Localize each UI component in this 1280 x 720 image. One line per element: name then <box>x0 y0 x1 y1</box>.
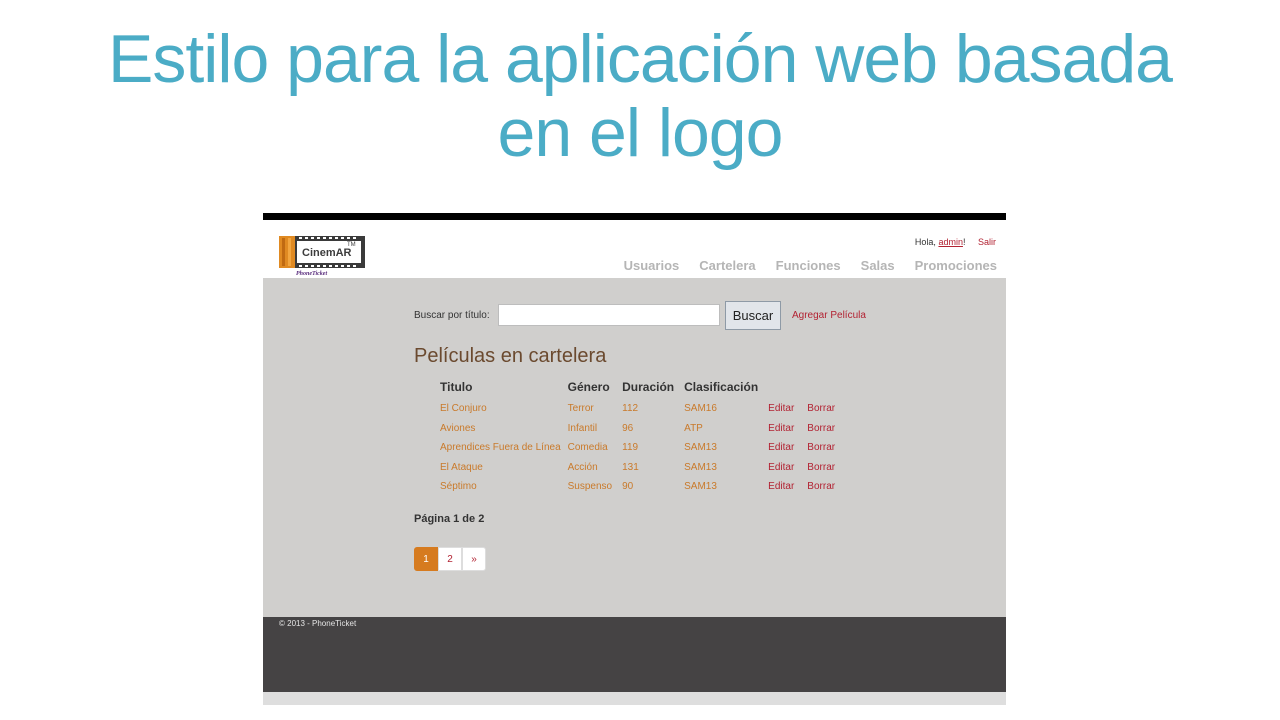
movie-title[interactable]: Aprendices Fuera de Línea <box>437 438 565 458</box>
movie-title[interactable]: El Conjuro <box>437 399 565 419</box>
pagination-info: Página 1 de 2 <box>414 513 485 525</box>
main-nav: Usuarios Cartelera Funciones Salas Promo… <box>624 258 997 273</box>
movies-table: Titulo Género Duración Clasificación El … <box>437 379 845 497</box>
edit-link[interactable]: Editar <box>765 477 804 497</box>
search-button[interactable]: Buscar <box>725 301 781 330</box>
greeting-prefix: Hola, <box>914 237 939 247</box>
slide-title: Estilo para la aplicación web basada en … <box>0 22 1280 170</box>
movie-genre: Infantil <box>567 422 598 434</box>
logo-tagline: PhoneTicket <box>296 271 328 277</box>
movie-title[interactable]: Aviones <box>437 419 565 439</box>
movie-title[interactable]: Séptimo <box>437 477 565 497</box>
table-row: Séptimo Suspenso 90 SAM13 Editar Borrar <box>437 477 845 497</box>
delete-link[interactable]: Borrar <box>804 419 845 439</box>
logo-name: CinemAR <box>302 247 352 259</box>
edit-link[interactable]: Editar <box>765 419 804 439</box>
movie-rating: SAM13 <box>684 481 717 493</box>
add-movie-link[interactable]: Agregar Película <box>792 310 866 321</box>
movie-duration: 96 <box>622 422 634 434</box>
column-header-edit <box>765 379 804 399</box>
app-screenshot: CinemAR TM PhoneTicket Hola, admin! Sali… <box>263 213 1006 705</box>
search-label: Buscar por título: <box>414 310 490 321</box>
delete-link[interactable]: Borrar <box>804 399 845 419</box>
slide-title-line-1: Estilo para la aplicación web basada <box>107 21 1173 97</box>
movie-genre: Comedia <box>567 442 608 454</box>
pagination: 1 2 » <box>414 547 486 571</box>
table-row: El Ataque Acción 131 SAM13 Editar Borrar <box>437 458 845 478</box>
search-input[interactable] <box>498 304 720 326</box>
movie-genre: Terror <box>567 403 594 415</box>
delete-link[interactable]: Borrar <box>804 438 845 458</box>
edit-link[interactable]: Editar <box>765 438 804 458</box>
next-page-button[interactable]: » <box>462 547 486 571</box>
edit-link[interactable]: Editar <box>765 399 804 419</box>
greeting-suffix: ! <box>962 237 966 247</box>
section-title: Películas en cartelera <box>414 345 607 367</box>
slide-title-line-2: en el logo <box>497 95 784 171</box>
logo-trademark: TM <box>347 242 356 248</box>
movie-duration: 90 <box>622 481 634 493</box>
table-row: El Conjuro Terror 112 SAM16 Editar Borra… <box>437 399 845 419</box>
delete-link[interactable]: Borrar <box>804 477 845 497</box>
logout-link[interactable]: Salir <box>978 237 996 247</box>
table-row: Aviones Infantil 96 ATP Editar Borrar <box>437 419 845 439</box>
column-header-delete <box>804 379 845 399</box>
table-row: Aprendices Fuera de Línea Comedia 119 SA… <box>437 438 845 458</box>
nav-item-funciones[interactable]: Funciones <box>776 258 841 273</box>
user-greeting: Hola, admin! Salir <box>915 237 996 247</box>
movie-genre: Acción <box>567 461 598 473</box>
table-header-row: Titulo Género Duración Clasificación <box>437 379 845 399</box>
movie-duration: 119 <box>622 442 639 454</box>
delete-link[interactable]: Borrar <box>804 458 845 478</box>
column-header-duracion[interactable]: Duración <box>619 379 681 399</box>
movie-rating: ATP <box>684 422 703 434</box>
column-header-titulo[interactable]: Titulo <box>437 379 565 399</box>
edit-link[interactable]: Editar <box>765 458 804 478</box>
movie-duration: 131 <box>622 461 639 473</box>
footer-copyright: © 2013 - PhoneTicket <box>279 619 357 628</box>
movie-duration: 112 <box>622 403 639 415</box>
movie-rating: SAM13 <box>684 461 717 473</box>
page-button-2[interactable]: 2 <box>438 547 462 571</box>
nav-item-promociones[interactable]: Promociones <box>915 258 997 273</box>
app-header: CinemAR TM PhoneTicket Hola, admin! Sali… <box>263 220 1006 278</box>
nav-item-usuarios[interactable]: Usuarios <box>624 258 680 273</box>
nav-item-cartelera[interactable]: Cartelera <box>699 258 755 273</box>
column-header-clasificacion[interactable]: Clasificación <box>681 379 765 399</box>
movie-genre: Suspenso <box>567 481 613 493</box>
cinemar-logo[interactable]: CinemAR TM PhoneTicket <box>279 236 365 280</box>
top-border <box>263 213 1006 220</box>
bottom-strip <box>263 692 1006 705</box>
movie-rating: SAM13 <box>684 442 717 454</box>
search-row: Buscar por título: Buscar Agregar Pelícu… <box>414 301 914 332</box>
movie-title[interactable]: El Ataque <box>437 458 565 478</box>
column-header-genero[interactable]: Género <box>565 379 619 399</box>
app-footer: © 2013 - PhoneTicket <box>263 617 1006 692</box>
nav-item-salas[interactable]: Salas <box>861 258 895 273</box>
username-link[interactable]: admin <box>938 237 963 247</box>
movie-rating: SAM16 <box>684 403 717 415</box>
page-button-1[interactable]: 1 <box>414 547 438 571</box>
